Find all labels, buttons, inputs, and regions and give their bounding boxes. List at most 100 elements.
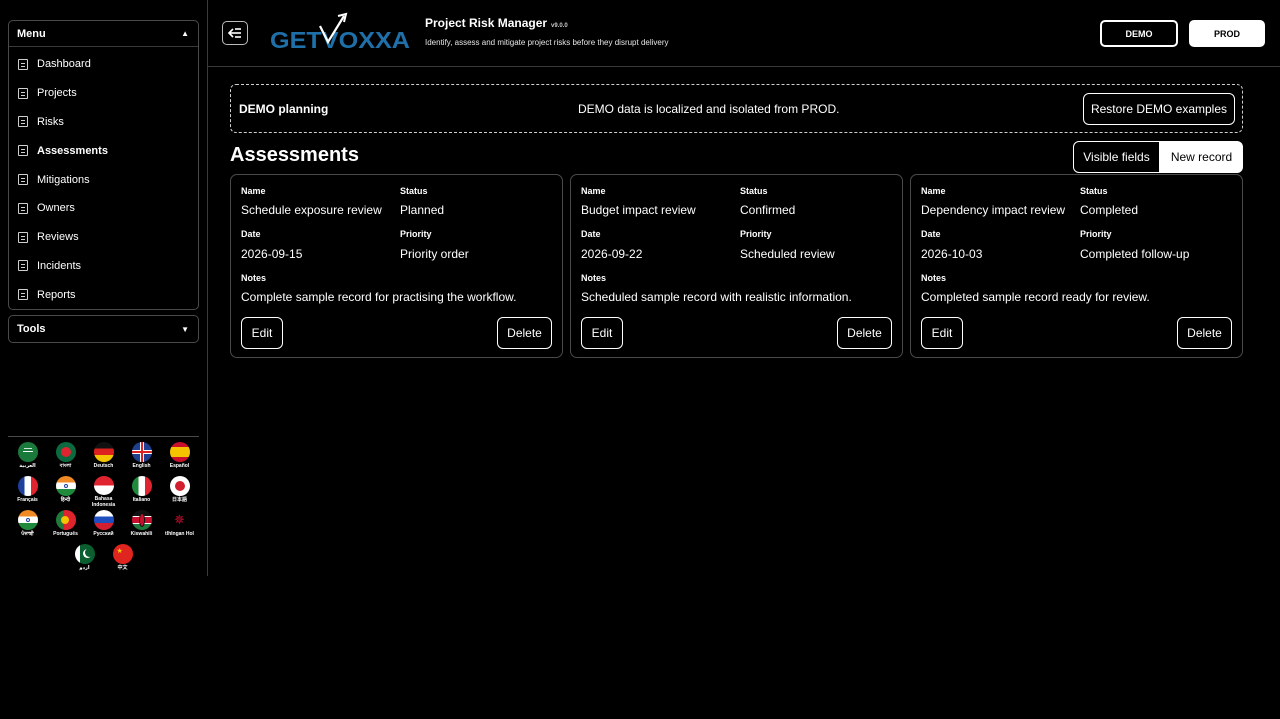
saudi-flag-icon [17, 442, 38, 462]
language-option-swahili[interactable]: Kiswahili [123, 510, 161, 542]
priority-value: Priority order [400, 247, 469, 261]
language-option-japanese[interactable]: 日本語 [161, 476, 199, 508]
language-option-hindi[interactable]: हिन्दी [47, 476, 85, 508]
language-option-russian[interactable]: Русский [85, 510, 123, 542]
page-title: Assessments [230, 144, 359, 166]
edit-button[interactable]: Edit [241, 317, 283, 349]
demo-banner: DEMO planning DEMO data is localized and… [230, 84, 1243, 133]
document-icon [18, 87, 28, 99]
record-card: Name Status Budget impact review Confirm… [570, 174, 903, 358]
indonesia-flag-icon [93, 476, 114, 495]
delete-button[interactable]: Delete [837, 317, 892, 349]
language-option-italian[interactable]: Italiano [123, 476, 161, 508]
language-label: tlhIngan Hol [165, 531, 194, 537]
language-label: العربية [19, 463, 36, 469]
date-value: 2026-10-03 [921, 247, 983, 261]
sidebar-item-label: Incidents [37, 259, 82, 272]
status-label: Status [740, 186, 768, 196]
pakistan-flag-icon [74, 544, 95, 564]
india-flag-icon [55, 476, 76, 496]
notes-label: Notes [921, 273, 947, 283]
visible-fields-button[interactable]: Visible fields [1073, 141, 1160, 173]
app-title-text: Project Risk Manager [425, 16, 548, 30]
tools-title: Tools [17, 323, 46, 335]
sidebar-item-owners[interactable]: Owners [9, 194, 198, 223]
klingon-emblem-icon: ✵ [169, 510, 190, 530]
sidebar-item-dashboard[interactable]: Dashboard [9, 50, 198, 79]
india-flag-icon [17, 510, 38, 530]
name-value: Dependency impact review [921, 203, 1066, 217]
name-label: Name [921, 186, 946, 196]
edit-button[interactable]: Edit [581, 317, 623, 349]
app-subtitle: Identify, assess and mitigate project ri… [425, 38, 669, 47]
demo-environment-button[interactable]: DEMO [1100, 20, 1178, 47]
sidebar-item-reviews[interactable]: Reviews [9, 223, 198, 252]
language-option-urdu[interactable]: اردو [74, 544, 95, 576]
language-option-spanish[interactable]: Español [161, 442, 199, 474]
priority-value: Completed follow-up [1080, 247, 1190, 261]
menu-panel-header[interactable]: Menu ▲ [9, 21, 198, 47]
language-option-german[interactable]: Deutsch [85, 442, 123, 474]
sidebar-item-risks[interactable]: Risks [9, 108, 198, 137]
italy-flag-icon [131, 476, 152, 496]
language-option-indonesian[interactable]: Bahasa Indonesia [85, 476, 123, 508]
sidebar-item-reports[interactable]: Reports [9, 280, 198, 309]
collapse-sidebar-button[interactable] [222, 21, 248, 45]
language-label: اردو [79, 565, 90, 571]
date-value: 2026-09-15 [241, 247, 303, 261]
language-label: हिन्दी [60, 497, 71, 503]
app-title: Project Risk Manager v9.0.0 [425, 16, 568, 30]
sidebar-item-label: Owners [37, 202, 75, 215]
language-option-bengali[interactable]: বাংলা [47, 442, 85, 474]
edit-button[interactable]: Edit [921, 317, 963, 349]
name-label: Name [241, 186, 266, 196]
restore-demo-button[interactable]: Restore DEMO examples [1083, 93, 1235, 125]
tools-panel: Tools ▼ [8, 315, 199, 343]
document-icon [18, 260, 28, 272]
sidebar-item-incidents[interactable]: Incidents [9, 252, 198, 281]
language-option-arabic[interactable]: العربية [9, 442, 47, 474]
delete-button[interactable]: Delete [497, 317, 552, 349]
sidebar-item-label: Risks [37, 115, 64, 128]
tools-panel-header[interactable]: Tools ▼ [9, 316, 198, 342]
notes-value: Completed sample record ready for review… [921, 290, 1150, 304]
status-value: Completed [1080, 203, 1139, 217]
new-record-button[interactable]: New record [1160, 141, 1243, 173]
record-card: Name Status Dependency impact review Com… [910, 174, 1243, 358]
record-card: Name Status Schedule exposure review Pla… [230, 174, 563, 358]
app-version: v9.0.0 [551, 23, 568, 29]
language-label: Bahasa Indonesia [91, 496, 116, 508]
language-divider [8, 436, 199, 437]
collapse-sidebar-icon [227, 28, 241, 38]
name-label: Name [581, 186, 606, 196]
chevron-down-icon: ▼ [181, 324, 189, 334]
name-value: Budget impact review [581, 203, 696, 217]
chevron-up-icon: ▲ [181, 29, 189, 38]
sidebar-item-label: Assessments [37, 144, 108, 157]
language-option-klingon[interactable]: ✵ tlhIngan Hol [161, 510, 199, 542]
language-option-chinese[interactable]: ★ 中文 [112, 544, 133, 576]
getvoxxa-logo: GETVOXXA [270, 12, 410, 53]
china-flag-icon: ★ [112, 544, 133, 564]
date-label: Date [581, 229, 601, 239]
language-option-french[interactable]: Français [9, 476, 47, 508]
language-option-punjabi[interactable]: ਪੰਜਾਬੀ [9, 510, 47, 542]
france-flag-icon [17, 476, 38, 496]
japan-flag-icon [169, 476, 190, 496]
sidebar-item-label: Reports [37, 288, 76, 301]
delete-button[interactable]: Delete [1177, 317, 1232, 349]
sidebar-item-assessments[interactable]: Assessments [9, 136, 198, 165]
notes-label: Notes [241, 273, 267, 283]
sidebar-item-label: Mitigations [37, 173, 90, 186]
logo-text: GETVOXXA [270, 27, 410, 53]
bangladesh-flag-icon [55, 442, 76, 462]
banner-title: DEMO planning [239, 102, 329, 116]
document-icon [18, 202, 28, 214]
prod-environment-button[interactable]: PROD [1189, 20, 1265, 47]
sidebar-item-projects[interactable]: Projects [9, 79, 198, 108]
language-option-english[interactable]: English [123, 442, 161, 474]
language-option-portuguese[interactable]: Português [47, 510, 85, 542]
russia-flag-icon [93, 510, 114, 530]
sidebar-item-mitigations[interactable]: Mitigations [9, 165, 198, 194]
document-icon [18, 58, 28, 70]
